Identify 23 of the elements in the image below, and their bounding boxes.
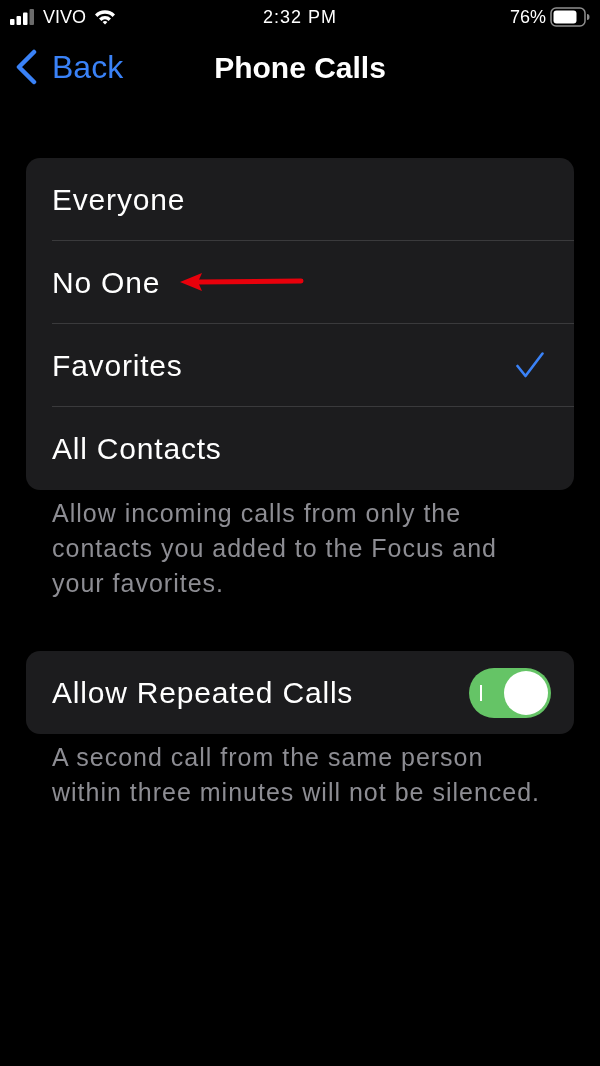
annotation-arrow-icon [180,272,305,292]
toggle-description: A second call from the same person within three minutes will not be silenced. [52,742,542,808]
signal-icon [10,9,35,25]
battery-percentage: 76% [509,5,546,29]
options-description: Allow incoming calls from only the contacts you added to the Focus and your favorites. [52,498,498,599]
option-label: Everyone [52,181,186,218]
option-label: No One [52,264,161,301]
toggle-knob [504,670,548,715]
toggle-switch[interactable] [469,667,551,718]
option-row[interactable]: No One [52,241,574,324]
toggle-label: Allow Repeated Calls [52,675,354,711]
status-time: 2:32 PM [262,5,337,29]
back-button[interactable]: Back [15,43,124,91]
option-label: All Contacts [52,431,222,467]
option-label: Favorites [52,347,183,384]
back-chevron-icon [15,49,37,85]
wifi-icon [94,9,116,25]
page-title: Phone Calls [214,49,386,86]
option-row[interactable]: Everyone [52,158,574,241]
option-row[interactable]: Favorites [52,324,574,407]
battery-icon [550,7,590,27]
carrier-name: VIVO [43,5,86,29]
option-row[interactable]: All Contacts [52,407,574,490]
